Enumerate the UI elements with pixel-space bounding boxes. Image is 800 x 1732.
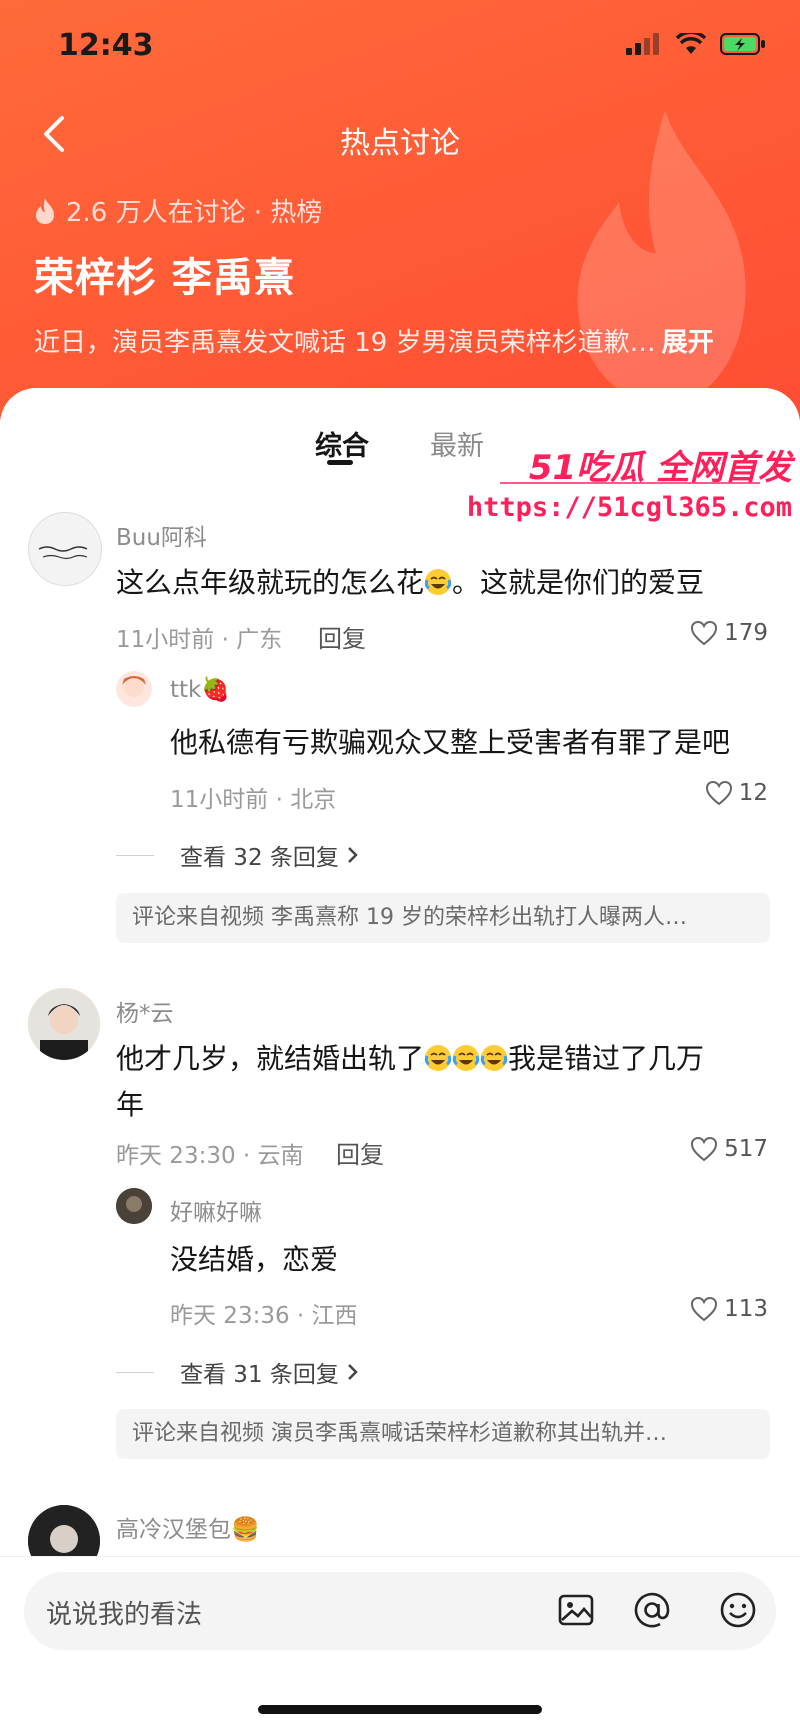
- flame-icon: [36, 197, 54, 224]
- comment-text-part: 我是错过了几万: [508, 1042, 705, 1075]
- view-more-replies[interactable]: 查看 31 条回复: [116, 1355, 361, 1389]
- comment-author[interactable]: 高冷汉堡包🍔: [116, 1510, 260, 1544]
- reply-time: 昨天 23:36 · 江西: [170, 1303, 358, 1329]
- heart-icon: [691, 1136, 718, 1162]
- comment-text-part: 他才几岁，就结婚出轨了: [116, 1042, 425, 1075]
- image-icon[interactable]: [556, 1590, 596, 1630]
- topic-title: 荣梓杉 李禹熹: [34, 255, 295, 301]
- comment-text: 他才几岁，就结婚出轨了 我是错过了几万年: [116, 1036, 704, 1128]
- avatar[interactable]: [116, 1188, 152, 1224]
- source-video-link[interactable]: 评论来自视频 演员李禹熹喊话荣梓杉道歉称其出轨并…: [116, 1409, 770, 1459]
- like-count: 179: [724, 620, 768, 646]
- discussion-meta: 2.6 万人在讨论 · 热榜: [34, 192, 322, 229]
- view-more-label: 查看 31 条回复: [180, 1362, 339, 1388]
- laugh-cry-emoji-icon: [452, 1045, 480, 1071]
- reply-text: 没结婚，恋爱: [170, 1243, 339, 1276]
- tab-latest[interactable]: 最新: [430, 424, 484, 463]
- avatar[interactable]: [28, 988, 100, 1060]
- comment-input-placeholder: 说说我的看法: [46, 1600, 203, 1630]
- reply-author[interactable]: 好嘛好嘛: [170, 1193, 262, 1227]
- comment-text-part: 这么点年级就玩的怎么花: [116, 566, 425, 599]
- expand-link[interactable]: 展开: [662, 328, 714, 358]
- divider: [116, 854, 154, 856]
- laugh-cry-emoji-icon: [424, 569, 452, 595]
- heart-icon: [691, 620, 718, 646]
- reply-button[interactable]: 回复: [336, 1135, 384, 1170]
- tab-comprehensive[interactable]: 综合: [315, 424, 369, 463]
- battery-icon: [720, 33, 765, 55]
- laugh-cry-emoji-icon: [424, 1045, 452, 1071]
- wifi-icon: [676, 33, 706, 54]
- divider: [116, 1371, 154, 1373]
- page-title: 热点讨论: [340, 126, 460, 161]
- comment-text: 这么点年级就玩的怎么花 。这就是你们的爱豆: [116, 560, 704, 606]
- home-indicator: [258, 1705, 542, 1714]
- summary-text: 近日，演员李禹熹发文喊话 19 岁男演员荣梓杉道歉…: [34, 328, 656, 358]
- comment-author[interactable]: 杨*云: [116, 994, 174, 1028]
- watermark-brand: 51吃瓜 全网首发: [528, 448, 792, 488]
- discussion-count: 2.6 万人在讨论 · 热榜: [66, 198, 323, 228]
- view-more-replies[interactable]: 查看 32 条回复: [116, 838, 361, 872]
- laugh-cry-emoji-icon: [480, 1045, 508, 1071]
- status-icons: [626, 32, 766, 56]
- watermark-url: https://51cgl365.com: [466, 492, 792, 523]
- watermark: 51吃瓜 全网首发 https://51cgl365.com: [467, 440, 800, 530]
- status-time: 12:43: [58, 28, 154, 63]
- comment-time: 昨天 23:30 · 云南: [116, 1143, 304, 1169]
- comment-input[interactable]: 说说我的看法: [24, 1572, 776, 1650]
- like-button[interactable]: 12: [705, 780, 768, 806]
- like-count: 517: [724, 1136, 768, 1162]
- avatar[interactable]: [116, 671, 152, 707]
- topic-summary: 近日，演员李禹熹发文喊话 19 岁男演员荣梓杉道歉… 展开: [34, 322, 754, 359]
- source-video-link[interactable]: 评论来自视频 李禹熹称 19 岁的荣梓杉出轨打人曝两人…: [116, 893, 770, 943]
- comment-author[interactable]: Buu阿科: [116, 518, 207, 552]
- chevron-right-icon: [348, 1364, 358, 1380]
- emoji-icon[interactable]: [718, 1590, 758, 1630]
- like-count: 113: [724, 1296, 768, 1322]
- like-button[interactable]: 113: [690, 1296, 768, 1322]
- tab-indicator: [327, 460, 353, 465]
- heart-icon: [705, 780, 732, 806]
- view-more-label: 查看 32 条回复: [180, 845, 339, 871]
- comment-time: 11小时前 · 广东: [116, 627, 283, 653]
- avatar[interactable]: [28, 512, 102, 586]
- like-count: 12: [738, 780, 768, 806]
- mention-icon[interactable]: [632, 1590, 672, 1630]
- like-button[interactable]: 517: [690, 1136, 768, 1162]
- comment-text-part: 年: [116, 1088, 145, 1121]
- reply-button[interactable]: 回复: [318, 619, 366, 654]
- chevron-right-icon: [348, 847, 358, 863]
- reply-time: 11小时前 · 北京: [170, 787, 337, 813]
- heart-icon: [691, 1296, 718, 1322]
- like-button[interactable]: 179: [690, 620, 768, 646]
- reply-author[interactable]: ttk🍓: [170, 676, 230, 703]
- signal-icon: [626, 33, 659, 55]
- comment-text-part: 。这就是你们的爱豆: [452, 566, 705, 599]
- reply-text: 他私德有亏欺骗观众又整上受害者有罪了是吧: [170, 726, 731, 759]
